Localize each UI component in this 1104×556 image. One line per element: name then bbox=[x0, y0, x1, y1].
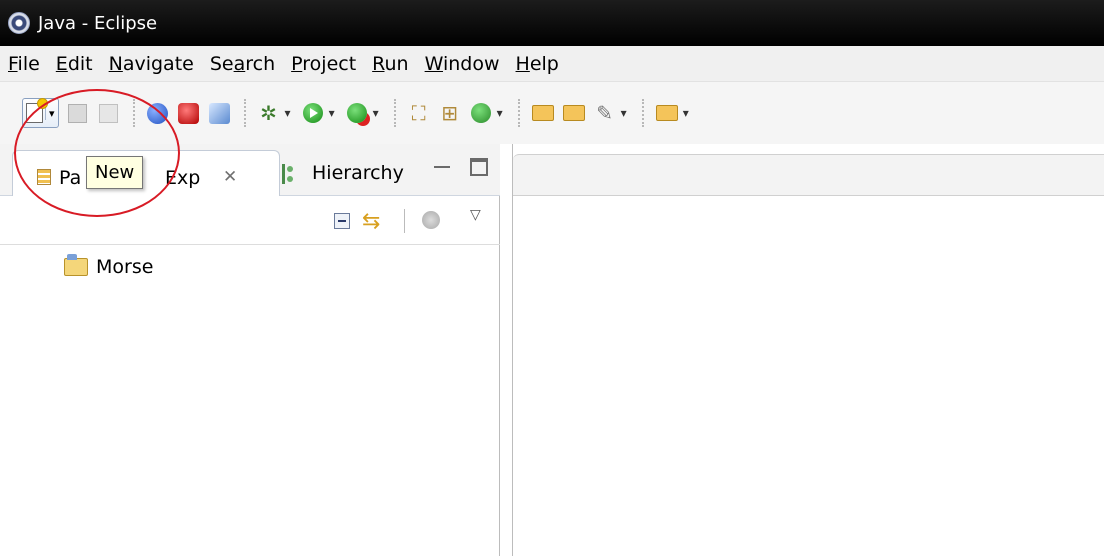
red-plugin-icon bbox=[178, 102, 200, 124]
toolbar-separator bbox=[517, 99, 520, 127]
toolbar-separator bbox=[393, 99, 396, 127]
new-class-icon bbox=[470, 103, 491, 123]
search-pencil-button[interactable]: ✎ bbox=[592, 100, 618, 126]
tab-hierarchy-label: Hierarchy bbox=[312, 162, 404, 184]
run-dropdown[interactable]: ▾ bbox=[329, 106, 335, 120]
save-button[interactable] bbox=[65, 100, 91, 126]
new-java-project-icon: ⛶ bbox=[411, 101, 426, 125]
view-menu-chevron-down-icon[interactable]: ▽ bbox=[470, 207, 481, 223]
tree-item-label: Morse bbox=[96, 256, 154, 278]
open-folder-button[interactable] bbox=[561, 100, 587, 126]
save-icon bbox=[68, 103, 88, 123]
blue-plugin-button[interactable] bbox=[207, 100, 233, 126]
new-dropdown-arrow[interactable]: ▾ bbox=[45, 106, 55, 120]
tab-package-explorer[interactable]: Pa Exp ✕ bbox=[12, 150, 280, 196]
toolbar-separator bbox=[243, 99, 246, 127]
menu-window[interactable]: Window bbox=[425, 53, 500, 75]
toolbar-separator bbox=[132, 99, 135, 127]
package-explorer-icon bbox=[37, 169, 51, 185]
tooltip-text: New bbox=[95, 162, 135, 183]
run-button[interactable] bbox=[300, 100, 326, 126]
main-toolbar: ▾ ✲ ▾ ▾ ▾ ⛶ ⊞ ▾ ✎ ▾ ▾ bbox=[0, 82, 1104, 144]
new-package-button[interactable]: ⊞ bbox=[437, 100, 463, 126]
minimize-button[interactable] bbox=[434, 160, 450, 168]
new-icon bbox=[26, 99, 47, 123]
view-toolbar: ⇆ ▽ bbox=[0, 197, 500, 245]
save-all-icon bbox=[99, 103, 119, 123]
blue-plugin-icon bbox=[209, 102, 231, 124]
folder-dropdown[interactable]: ▾ bbox=[683, 106, 689, 120]
hierarchy-icon bbox=[282, 164, 296, 184]
folder-icon bbox=[655, 105, 678, 121]
java-project-icon bbox=[64, 254, 88, 276]
new-tooltip: New bbox=[86, 156, 144, 189]
menu-bar: File Edit Navigate Search Project Run Wi… bbox=[0, 46, 1104, 82]
search-pencil-icon: ✎ bbox=[596, 101, 614, 125]
debug-button[interactable]: ✲ bbox=[256, 100, 282, 126]
title-bar: Java - Eclipse bbox=[0, 0, 1104, 46]
view-toolbar-separator bbox=[404, 209, 405, 233]
globe-icon bbox=[147, 102, 169, 124]
package-explorer-view: Pa Exp ✕ Hierarchy ⇆ ▽ Morse bbox=[0, 144, 500, 556]
tab-label-part1: Pa bbox=[59, 167, 82, 189]
editor-tab-header bbox=[513, 154, 1104, 196]
menu-run[interactable]: Run bbox=[372, 53, 408, 75]
link-with-editor-icon[interactable]: ⇆ bbox=[362, 209, 380, 234]
collapse-all-icon[interactable] bbox=[334, 213, 350, 229]
new-class-dropdown[interactable]: ▾ bbox=[497, 106, 503, 120]
external-tools-icon bbox=[346, 103, 367, 123]
new-button[interactable]: ▾ bbox=[22, 98, 59, 128]
menu-edit[interactable]: Edit bbox=[56, 53, 93, 75]
eclipse-icon bbox=[8, 12, 30, 34]
folder-button[interactable] bbox=[654, 100, 680, 126]
close-icon[interactable]: ✕ bbox=[223, 167, 237, 187]
toolbar-separator bbox=[641, 99, 644, 127]
open-type-icon bbox=[531, 105, 554, 121]
run-icon bbox=[302, 103, 323, 123]
external-tools-dropdown[interactable]: ▾ bbox=[373, 106, 379, 120]
open-folder-icon bbox=[562, 105, 585, 121]
focus-on-active-task-icon[interactable] bbox=[422, 211, 440, 229]
tree-item-morse[interactable]: Morse bbox=[64, 254, 153, 280]
view-tab-bar: Pa Exp ✕ Hierarchy bbox=[0, 144, 500, 196]
debug-icon: ✲ bbox=[260, 101, 277, 125]
maximize-button[interactable] bbox=[470, 158, 488, 176]
open-type-button[interactable] bbox=[530, 100, 556, 126]
new-class-button[interactable] bbox=[468, 100, 494, 126]
external-tools-button[interactable] bbox=[344, 100, 370, 126]
globe-button[interactable] bbox=[145, 100, 171, 126]
menu-project[interactable]: Project bbox=[291, 53, 356, 75]
menu-help[interactable]: Help bbox=[516, 53, 559, 75]
search-dropdown[interactable]: ▾ bbox=[621, 106, 627, 120]
menu-file[interactable]: File bbox=[8, 53, 40, 75]
tab-label-part2: Exp bbox=[165, 167, 201, 189]
red-plugin-button[interactable] bbox=[176, 100, 202, 126]
new-java-project-button[interactable]: ⛶ bbox=[406, 100, 432, 126]
window-title: Java - Eclipse bbox=[38, 12, 158, 34]
debug-dropdown[interactable]: ▾ bbox=[285, 106, 291, 120]
tab-hierarchy[interactable]: Hierarchy bbox=[272, 154, 422, 196]
editor-area bbox=[512, 144, 1104, 556]
save-all-button[interactable] bbox=[96, 100, 122, 126]
new-package-icon: ⊞ bbox=[441, 101, 458, 125]
menu-search[interactable]: Search bbox=[210, 53, 275, 75]
menu-navigate[interactable]: Navigate bbox=[109, 53, 194, 75]
